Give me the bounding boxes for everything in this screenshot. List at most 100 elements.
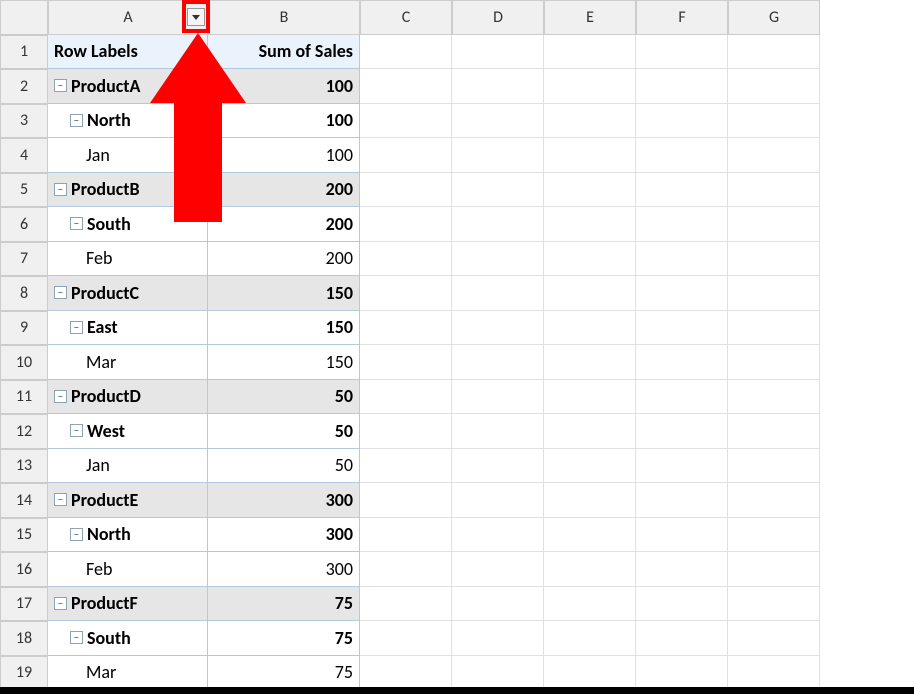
collapse-icon[interactable]: − [54, 286, 67, 299]
pivot-value-row-7[interactable]: 200 [208, 242, 360, 277]
empty-cell[interactable] [544, 483, 636, 518]
empty-cell[interactable] [728, 311, 820, 346]
col-header-D[interactable]: D [452, 0, 544, 35]
row-header-6[interactable]: 6 [0, 207, 48, 242]
pivot-value-row-6[interactable]: 200 [208, 207, 360, 242]
collapse-icon[interactable]: − [70, 217, 83, 230]
empty-cell[interactable] [728, 345, 820, 380]
empty-cell[interactable] [360, 621, 452, 656]
empty-cell[interactable] [452, 483, 544, 518]
pivot-row-labels-header[interactable]: Row Labels [48, 35, 208, 70]
row-header-5[interactable]: 5 [0, 173, 48, 208]
select-all-corner[interactable] [0, 0, 48, 35]
pivot-value-row-2[interactable]: 100 [208, 69, 360, 104]
pivot-label-row-3[interactable]: −North [48, 104, 208, 139]
pivot-value-row-4[interactable]: 100 [208, 138, 360, 173]
empty-cell[interactable] [452, 138, 544, 173]
row-header-19[interactable]: 19 [0, 656, 48, 691]
empty-cell[interactable] [544, 104, 636, 139]
empty-cell[interactable] [636, 242, 728, 277]
empty-cell[interactable] [544, 138, 636, 173]
col-header-B[interactable]: B [208, 0, 360, 35]
empty-cell[interactable] [452, 552, 544, 587]
empty-cell[interactable] [544, 173, 636, 208]
empty-cell[interactable] [636, 138, 728, 173]
pivot-label-row-11[interactable]: −ProductD [48, 380, 208, 415]
empty-cell[interactable] [636, 104, 728, 139]
row-header-7[interactable]: 7 [0, 242, 48, 277]
row-header-9[interactable]: 9 [0, 311, 48, 346]
row-header-15[interactable]: 15 [0, 518, 48, 553]
pivot-label-row-13[interactable]: Jan [48, 449, 208, 484]
empty-cell[interactable] [728, 138, 820, 173]
empty-cell[interactable] [544, 242, 636, 277]
empty-cell[interactable] [636, 69, 728, 104]
row-header-13[interactable]: 13 [0, 449, 48, 484]
empty-cell[interactable] [728, 621, 820, 656]
pivot-value-row-12[interactable]: 50 [208, 414, 360, 449]
pivot-label-row-12[interactable]: −West [48, 414, 208, 449]
pivot-label-row-5[interactable]: −ProductB [48, 173, 208, 208]
pivot-label-row-6[interactable]: −South [48, 207, 208, 242]
empty-cell[interactable] [360, 276, 452, 311]
empty-cell[interactable] [544, 207, 636, 242]
pivot-label-row-15[interactable]: −North [48, 518, 208, 553]
pivot-value-row-14[interactable]: 300 [208, 483, 360, 518]
row-header-18[interactable]: 18 [0, 621, 48, 656]
empty-cell[interactable] [360, 656, 452, 691]
pivot-label-row-17[interactable]: −ProductF [48, 587, 208, 622]
empty-cell[interactable] [360, 69, 452, 104]
collapse-icon[interactable]: − [54, 183, 67, 196]
empty-cell[interactable] [452, 587, 544, 622]
pivot-value-row-13[interactable]: 50 [208, 449, 360, 484]
collapse-icon[interactable]: − [70, 631, 83, 644]
row-header-16[interactable]: 16 [0, 552, 48, 587]
empty-cell[interactable] [728, 173, 820, 208]
empty-cell[interactable] [360, 35, 452, 70]
col-header-E[interactable]: E [544, 0, 636, 35]
empty-cell[interactable] [360, 104, 452, 139]
pivot-sum-header[interactable]: Sum of Sales [208, 35, 360, 70]
pivot-label-row-4[interactable]: Jan [48, 138, 208, 173]
empty-cell[interactable] [636, 483, 728, 518]
empty-cell[interactable] [728, 69, 820, 104]
row-header-12[interactable]: 12 [0, 414, 48, 449]
empty-cell[interactable] [728, 656, 820, 691]
row-header-10[interactable]: 10 [0, 345, 48, 380]
empty-cell[interactable] [360, 173, 452, 208]
empty-cell[interactable] [452, 621, 544, 656]
empty-cell[interactable] [360, 449, 452, 484]
empty-cell[interactable] [728, 483, 820, 518]
empty-cell[interactable] [544, 311, 636, 346]
empty-cell[interactable] [452, 345, 544, 380]
pivot-value-row-11[interactable]: 50 [208, 380, 360, 415]
empty-cell[interactable] [544, 276, 636, 311]
empty-cell[interactable] [452, 35, 544, 70]
collapse-icon[interactable]: − [70, 528, 83, 541]
empty-cell[interactable] [636, 35, 728, 70]
pivot-value-row-15[interactable]: 300 [208, 518, 360, 553]
empty-cell[interactable] [728, 276, 820, 311]
pivot-label-row-10[interactable]: Mar [48, 345, 208, 380]
col-header-F[interactable]: F [636, 0, 728, 35]
collapse-icon[interactable]: − [70, 321, 83, 334]
col-header-A[interactable]: A [48, 0, 208, 35]
row-header-2[interactable]: 2 [0, 69, 48, 104]
empty-cell[interactable] [452, 173, 544, 208]
empty-cell[interactable] [360, 138, 452, 173]
col-header-C[interactable]: C [360, 0, 452, 35]
empty-cell[interactable] [544, 656, 636, 691]
pivot-value-row-18[interactable]: 75 [208, 621, 360, 656]
collapse-icon[interactable]: − [54, 390, 67, 403]
empty-cell[interactable] [636, 311, 728, 346]
empty-cell[interactable] [636, 414, 728, 449]
pivot-value-row-3[interactable]: 100 [208, 104, 360, 139]
empty-cell[interactable] [452, 69, 544, 104]
empty-cell[interactable] [544, 518, 636, 553]
empty-cell[interactable] [360, 345, 452, 380]
empty-cell[interactable] [636, 173, 728, 208]
empty-cell[interactable] [728, 449, 820, 484]
pivot-label-row-16[interactable]: Feb [48, 552, 208, 587]
empty-cell[interactable] [636, 345, 728, 380]
empty-cell[interactable] [452, 242, 544, 277]
